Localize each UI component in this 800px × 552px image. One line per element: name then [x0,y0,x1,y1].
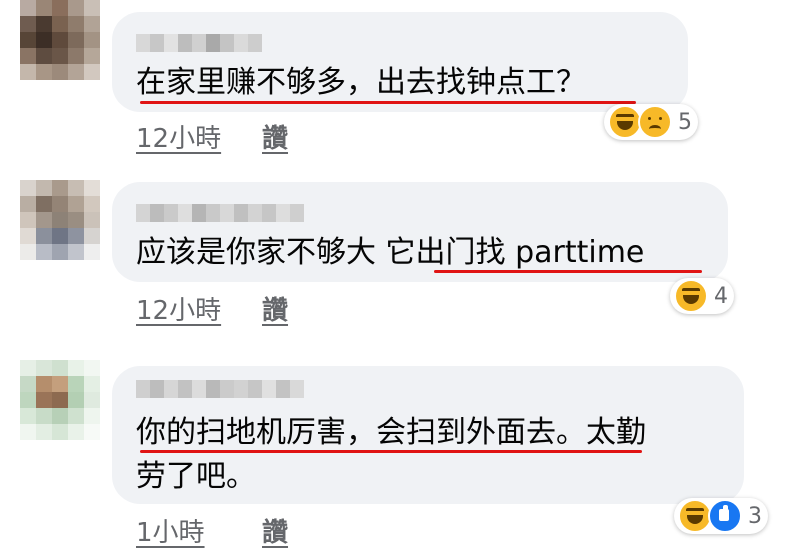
timestamp-link[interactable]: 12小時 [136,296,221,326]
avatar[interactable] [20,360,100,440]
timestamp-link[interactable]: 1小時 [136,518,205,548]
comment-meta: 12小時 讚 [136,118,288,155]
haha-icon [608,105,642,139]
like-icon [708,499,742,533]
haha-icon [674,279,708,313]
like-button[interactable]: 讚 [262,118,288,155]
comment-bubble[interactable]: 在家里赚不够多，出去找钟点工？ [112,12,688,112]
author-name-blurred[interactable] [136,204,304,222]
like-button[interactable]: 讚 [262,290,288,327]
sad-icon [638,105,672,139]
red-underline [434,270,702,273]
timestamp-link[interactable]: 12小時 [136,124,221,154]
red-underline [140,450,642,453]
reaction-count: 5 [678,109,692,135]
haha-icon [678,499,712,533]
reaction-count: 4 [714,283,728,309]
red-underline [140,101,636,104]
comment-meta: 1小時 讚 [136,512,288,549]
author-name-blurred[interactable] [136,380,304,398]
avatar[interactable] [20,0,100,80]
comment-meta: 12小時 讚 [136,290,288,327]
avatar[interactable] [20,180,100,260]
reactions-summary[interactable]: 5 [604,104,698,140]
comment-bubble[interactable]: 你的扫地机厉害，会扫到外面去。太勤 劳了吧。 [112,366,744,504]
comment-bubble[interactable]: 应该是你家不够大 它出门找 parttime [112,182,728,282]
like-button[interactable]: 讚 [262,512,288,549]
comment-text-line-2: 劳了吧。 [136,459,256,494]
reactions-summary[interactable]: 3 [674,498,768,534]
reaction-count: 3 [748,503,762,529]
reactions-summary[interactable]: 4 [670,278,734,314]
author-name-blurred[interactable] [136,34,262,52]
